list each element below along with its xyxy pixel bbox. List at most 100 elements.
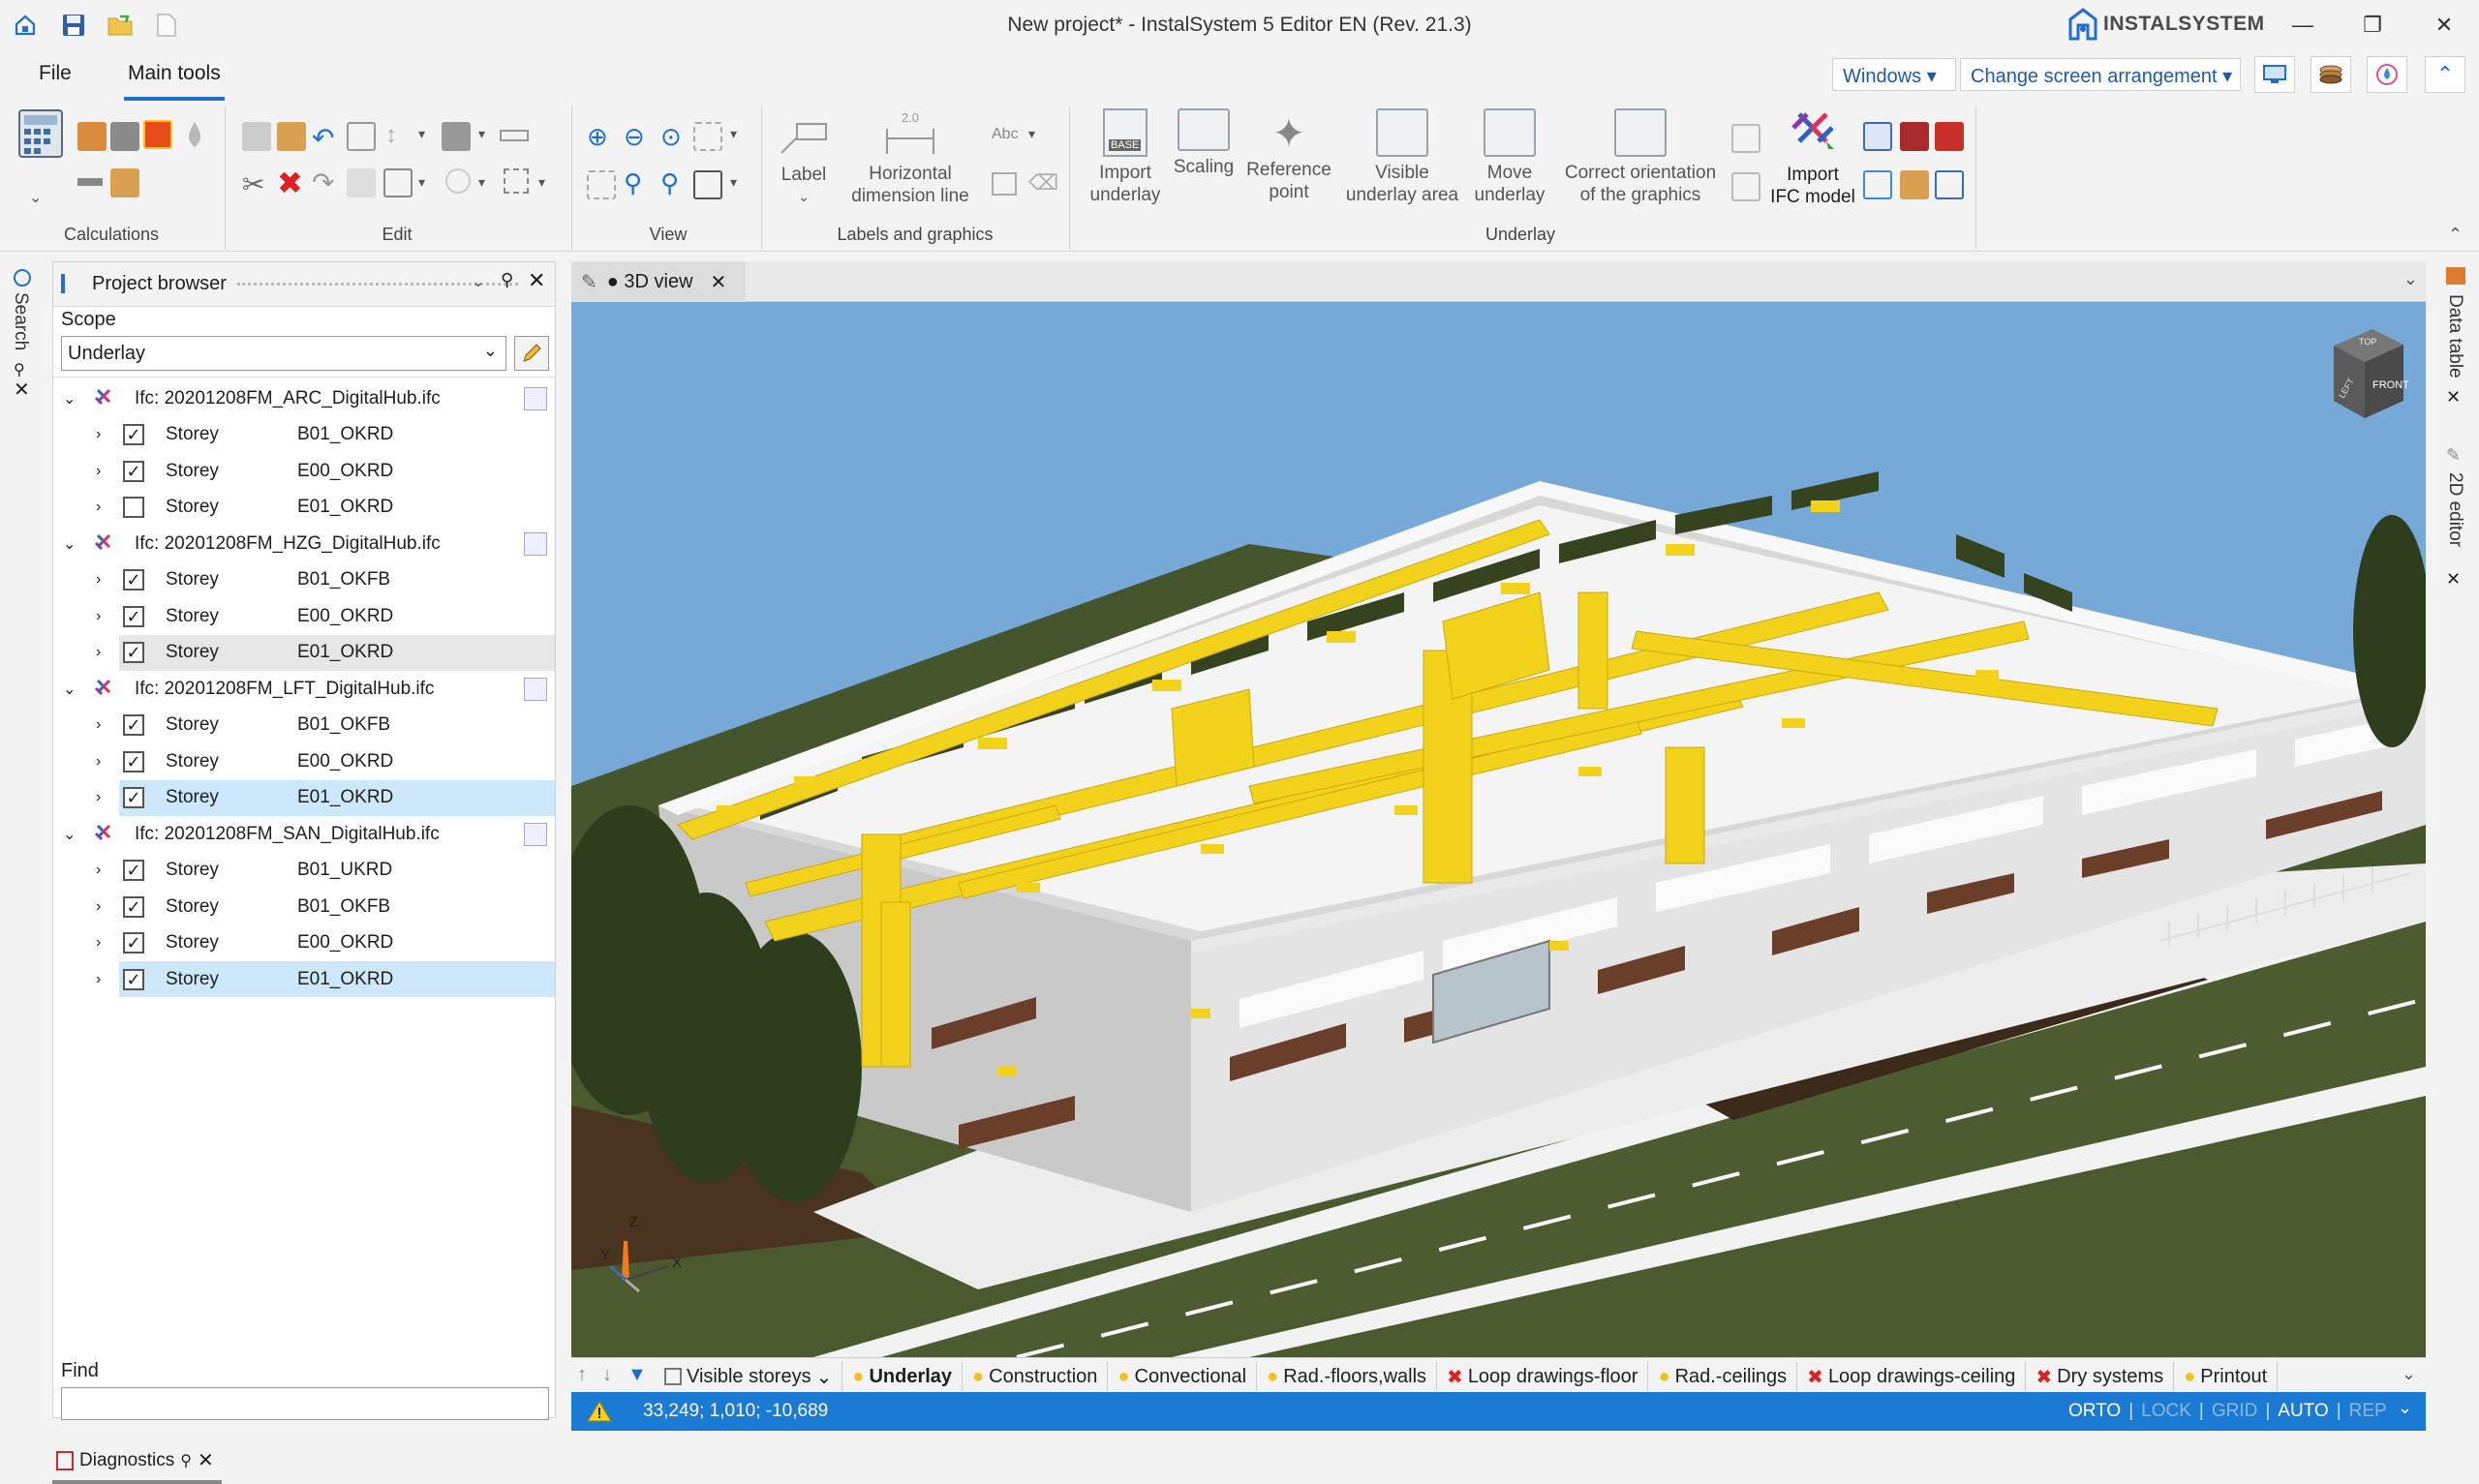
boiler-icon[interactable] xyxy=(110,122,139,151)
file-settings-icon[interactable] xyxy=(524,678,547,701)
import-underlay-button[interactable]: BASE Import underlay xyxy=(1081,108,1170,206)
layer-tab[interactable]: ✖ Dry systems xyxy=(2026,1362,2175,1391)
data-table-icon[interactable] xyxy=(2446,267,2465,285)
collapse-chevron-icon[interactable]: ⌄ xyxy=(63,534,76,554)
find-input[interactable] xyxy=(61,1387,549,1420)
view-3d-chevron-icon[interactable]: ▾ xyxy=(730,174,737,191)
table-icon[interactable] xyxy=(992,172,1017,196)
close-tab-icon[interactable]: ✕ xyxy=(711,270,727,294)
expand-chevron-icon[interactable]: › xyxy=(96,898,101,916)
tree-storey-row[interactable]: › ✓ Storey E01_OKRD xyxy=(96,634,555,671)
status-chevron-icon[interactable]: ⌄ xyxy=(2398,1398,2412,1418)
scroll-up-icon[interactable]: ↑ xyxy=(577,1364,587,1386)
selection-chevron-icon[interactable]: ▾ xyxy=(538,174,545,191)
reference-point-button[interactable]: ✦ Reference point xyxy=(1241,108,1336,203)
storey-checkbox[interactable]: ✓ xyxy=(123,605,144,627)
tree-storey-row[interactable]: › ✓ Storey B01_OKFB xyxy=(53,562,555,598)
storey-checkbox[interactable]: ✓ xyxy=(123,932,144,954)
collapse-ribbon-button[interactable]: ⌃ xyxy=(2425,56,2465,93)
tree-storey-row[interactable]: › ✓ Storey E00_OKRD xyxy=(53,453,555,489)
editor-2d-icon[interactable]: ✎ xyxy=(2446,445,2461,466)
tree-storey-row[interactable]: › ✓ Storey B01_OKFB xyxy=(53,889,555,924)
diagnostics-tab[interactable]: Diagnostics ⚲ ✕ xyxy=(52,1440,222,1484)
panel-pin-icon[interactable]: ⚲ xyxy=(501,270,513,290)
ifc-blocks-icon[interactable] xyxy=(1900,170,1929,199)
tree-storey-row[interactable]: › ✓ Storey E00_OKRD xyxy=(53,743,555,779)
zoom-window-icon[interactable]: ⊙ xyxy=(660,122,682,152)
scaling-button[interactable]: Scaling xyxy=(1168,108,1240,178)
material-icon[interactable] xyxy=(110,168,139,197)
insert-icon[interactable]: ↕ xyxy=(385,122,397,149)
layer-tab[interactable]: ✖ Loop drawings-floor xyxy=(1437,1362,1649,1391)
diagnostics-pin-icon[interactable]: ⚲ xyxy=(180,1451,192,1470)
editor-2d-side-tab[interactable]: 2D editor xyxy=(2444,472,2465,547)
ifc-home-icon[interactable] xyxy=(1935,170,1964,199)
insert-dropdown-chevron-icon[interactable]: ▾ xyxy=(418,126,425,142)
import-ifc-button[interactable]: Import IFC model xyxy=(1760,106,1865,208)
scope-select[interactable]: Underlay ⌄ xyxy=(61,336,506,371)
grid-toggle[interactable]: GRID xyxy=(2212,1401,2258,1422)
layer-tabs-chevron-icon[interactable]: ⌄ xyxy=(2402,1364,2416,1384)
panel-menu-chevron-icon[interactable]: ⌄ xyxy=(472,272,484,291)
storey-checkbox[interactable]: ✓ xyxy=(123,750,144,772)
frame-icon[interactable] xyxy=(347,122,376,151)
tree-storey-row[interactable]: › ✓ Storey E00_OKRD xyxy=(53,598,555,634)
storey-checkbox[interactable]: ✓ xyxy=(123,787,144,808)
search-panel-icon[interactable] xyxy=(14,269,31,287)
label-button[interactable]: Label ⌄ xyxy=(775,114,833,208)
warning-icon[interactable] xyxy=(587,1400,612,1429)
zoom-all-icon[interactable] xyxy=(693,122,722,151)
zoom-prev-icon[interactable]: ⚲ xyxy=(624,168,642,198)
align-icon[interactable] xyxy=(383,168,413,197)
expand-chevron-icon[interactable]: › xyxy=(96,426,101,443)
ribbon-collapse-chevron-icon[interactable]: ⌃ xyxy=(2448,225,2463,245)
expand-chevron-icon[interactable]: › xyxy=(96,862,101,879)
zoom-out-icon[interactable]: ⊖ xyxy=(624,122,645,152)
calculator-button[interactable] xyxy=(17,108,64,164)
select-chevron-icon[interactable]: ▾ xyxy=(478,174,485,191)
copy-icon[interactable] xyxy=(242,122,271,151)
layer-tab[interactable]: ● Printout xyxy=(2174,1362,2279,1391)
storey-checkbox[interactable]: ✓ xyxy=(123,642,144,663)
calc-more-chevron-icon[interactable]: ⌄ xyxy=(29,188,42,207)
underlay-layers-icon[interactable] xyxy=(1731,172,1760,201)
view-cube[interactable]: TOP FRONT LEFT xyxy=(2314,321,2411,428)
zoom-next-icon[interactable]: ⚲ xyxy=(660,168,679,198)
expand-chevron-icon[interactable]: › xyxy=(96,608,101,625)
scroll-down-icon[interactable]: ↓ xyxy=(602,1364,612,1386)
move-underlay-button[interactable]: Move underlay xyxy=(1466,108,1553,206)
layer-tab[interactable]: ● Convectional xyxy=(1108,1362,1258,1391)
filter-icon[interactable]: ▼ xyxy=(627,1364,647,1386)
collapse-chevron-icon[interactable]: ⌄ xyxy=(63,825,76,844)
collapse-chevron-icon[interactable]: ⌄ xyxy=(63,680,76,699)
diagnostics-close-icon[interactable]: ✕ xyxy=(198,1448,214,1472)
delete-icon[interactable]: ✖ xyxy=(277,165,303,201)
paste-icon[interactable] xyxy=(277,122,306,151)
heat-source-icon[interactable] xyxy=(143,120,172,149)
layer-tab[interactable]: ● Rad.-ceilings xyxy=(1648,1362,1798,1391)
layers-button[interactable] xyxy=(2311,56,2351,93)
rep-toggle[interactable]: REP xyxy=(2349,1401,2387,1422)
data-table-close-icon[interactable]: ✕ xyxy=(2446,387,2461,408)
layer-tab[interactable]: ● Rad.-floors,walls xyxy=(1257,1362,1438,1391)
tree-storey-row[interactable]: › ✓ Storey E01_OKRD xyxy=(96,961,555,997)
measure-icon[interactable] xyxy=(500,130,529,141)
redo-icon[interactable]: ↷ xyxy=(312,167,334,198)
tab-file[interactable]: File xyxy=(35,62,76,101)
tree-ifc-file[interactable]: ⌄ Ifc: 20201208FM_ARC_DigitalHub.ifc xyxy=(53,380,555,416)
storey-checkbox[interactable] xyxy=(123,497,144,518)
storey-checkbox[interactable]: ✓ xyxy=(123,968,144,990)
select-icon[interactable] xyxy=(445,168,471,194)
panel-close-icon[interactable]: ✕ xyxy=(528,268,545,293)
close-window-button[interactable]: ✕ xyxy=(2415,6,2473,45)
expand-chevron-icon[interactable]: › xyxy=(96,571,101,589)
monitor-button[interactable] xyxy=(2254,56,2295,93)
ifc-house-icon[interactable] xyxy=(1863,170,1892,199)
tab-3d-view[interactable]: ✎ ● 3D view ✕ xyxy=(571,261,746,302)
cut-icon[interactable]: ✂ xyxy=(242,168,264,200)
storey-checkbox[interactable]: ✓ xyxy=(123,569,144,591)
zoom-region-icon[interactable] xyxy=(587,170,616,199)
undo-icon[interactable]: ↶ xyxy=(312,122,334,154)
tree-storey-row[interactable]: › ✓ Storey E00_OKRD xyxy=(53,925,555,961)
expand-chevron-icon[interactable]: › xyxy=(96,499,101,516)
